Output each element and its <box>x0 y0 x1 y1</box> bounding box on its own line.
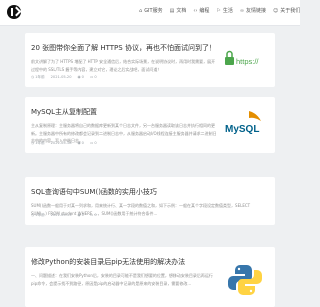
post-card[interactable]: SQL查询语句中SUM()函数的实用小技巧 SUM()函数一般用于对某一列求和，… <box>25 177 275 225</box>
clock-icon: ◷ <box>31 75 35 79</box>
eye-icon: ◉ <box>77 141 81 145</box>
post-card[interactable]: 20 张图带你全面了解 HTTPS 协议，再也不怕面试问到了！ 前文讲解了为了 … <box>25 33 275 87</box>
home-icon: ⌂ <box>139 7 143 14</box>
nav-label: 文档 <box>176 8 187 14</box>
mysql-logo-image[interactable]: MySQL <box>223 105 267 143</box>
post-title[interactable]: MySQL主从复制配置 <box>31 107 211 117</box>
post-meta: ◷1年前 2021-05-18 ◉0 ▭0 <box>31 141 97 146</box>
eye-icon: ◉ <box>77 75 81 79</box>
nav-label: 关于我们 <box>280 8 301 14</box>
nav-label: 编程 <box>199 8 210 14</box>
post-excerpt: 前文讲解了为了 HTTPS 增配了 HTTP 安全通信后，结合实际场景，在说明协… <box>31 59 216 72</box>
comment-icon: ▭ <box>89 75 94 79</box>
comment-icon: ▭ <box>89 141 94 145</box>
user-icon: ☺ <box>273 7 279 14</box>
post-title[interactable]: 修改Python的安装目录后pip无法使用的解决办法 <box>31 257 211 267</box>
comment-count: ▭0 <box>89 141 97 145</box>
post-card[interactable]: 修改Python的安装目录后pip无法使用的解决办法 一、问题描述：在我们安装P… <box>25 247 275 307</box>
cart-icon: ⚐ <box>216 7 221 14</box>
nav-item-about[interactable]: ☺ 关于我们 <box>273 7 301 15</box>
nav-label: 友情链接 <box>246 8 267 14</box>
post-title[interactable]: 20 张图带你全面了解 HTTPS 协议，再也不怕面试问到了！ <box>31 43 211 53</box>
nav-item-code[interactable]: ‹› 编程 <box>193 7 210 15</box>
time-ago: ◷1年前 <box>31 213 45 217</box>
post-card[interactable]: MySQL主从复制配置 主从复制原理：主服务器将自己的数据库更新到某个日志文件，… <box>25 97 275 153</box>
main-nav: ⌂ GIT服务 ▤ 文档 ‹› 编程 ⚐ 生活 ∞ 友情链接 ☺ 关于我们 <box>139 7 307 15</box>
clock-icon: ◷ <box>31 213 35 217</box>
eye-icon: ◉ <box>77 213 81 217</box>
post-meta: ◷1年前 2021-05-20 ◉0 ▭0 <box>31 75 97 80</box>
post-date: 2021-05-20 <box>50 75 72 79</box>
nav-item-git[interactable]: ⌂ GIT服务 <box>139 7 163 15</box>
link-icon: ∞ <box>239 7 245 14</box>
time-ago: ◷1年前 <box>31 141 45 145</box>
clock-icon: ◷ <box>31 141 35 145</box>
nav-label: 生活 <box>222 8 233 14</box>
post-title[interactable]: SQL查询语句中SUM()函数的实用小技巧 <box>31 187 211 197</box>
nav-label: GIT服务 <box>144 8 163 14</box>
comment-icon: ▭ <box>89 213 94 217</box>
post-meta: ◷1年前 2021-05-13 ◉0 ▭0 <box>31 213 97 218</box>
post-date: 2021-05-18 <box>50 141 72 145</box>
site-logo-icon[interactable] <box>7 5 21 19</box>
code-icon: ‹› <box>193 7 198 14</box>
view-count: ◉0 <box>77 141 84 145</box>
nav-item-life[interactable]: ⚐ 生活 <box>216 7 233 15</box>
https-lock-image[interactable]: https:// <box>223 41 267 79</box>
post-date: 2021-05-13 <box>50 213 72 217</box>
mysql-text: MySQL <box>225 124 259 135</box>
book-icon: ▤ <box>169 7 175 14</box>
time-ago: ◷1年前 <box>31 75 45 79</box>
top-navigation-bar: ⌂ GIT服务 ▤ 文档 ‹› 编程 ⚐ 生活 ∞ 友情链接 ☺ 关于我们 <box>0 0 300 26</box>
comment-count: ▭0 <box>89 75 97 79</box>
nav-item-links[interactable]: ∞ 友情链接 <box>239 7 267 15</box>
view-count: ◉0 <box>77 213 84 217</box>
post-excerpt: 一、问题描述：在我们安装Python后，安装的目录可能不是我们想要的位置，想移动… <box>31 273 213 286</box>
nav-item-docs[interactable]: ▤ 文档 <box>169 7 187 15</box>
comment-count: ▭0 <box>89 213 97 217</box>
https-text: https:// <box>236 57 259 66</box>
python-logo-image[interactable] <box>223 261 267 299</box>
view-count: ◉0 <box>77 75 84 79</box>
